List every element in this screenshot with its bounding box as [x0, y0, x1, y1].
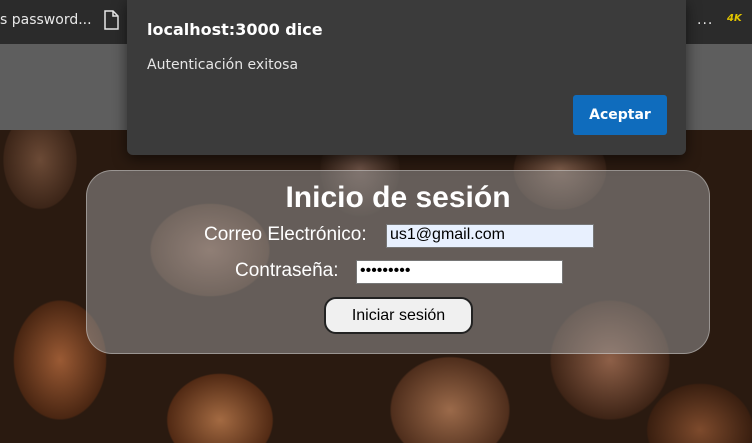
accept-button[interactable]: Aceptar — [573, 95, 667, 135]
login-button[interactable]: Iniciar sesión — [324, 297, 473, 334]
dialog-message: Autenticación exitosa — [147, 57, 299, 73]
dialog-title: localhost:3000 dice — [147, 20, 323, 39]
page-icon[interactable] — [103, 10, 119, 34]
password-input[interactable]: ••••••••• — [356, 260, 563, 284]
login-title: Inicio de sesión — [285, 181, 511, 214]
email-input[interactable]: us1@gmail.com — [386, 224, 594, 248]
password-label: Contraseña: — [235, 260, 339, 281]
alert-dialog: localhost:3000 dice Autenticación exitos… — [127, 0, 686, 155]
bookmark-item-passwords[interactable]: s password... — [0, 12, 92, 28]
extension-4k-icon[interactable]: 4K — [727, 13, 742, 24]
email-label: Correo Electrónico: — [204, 224, 367, 245]
more-bookmarks-button[interactable]: ... — [697, 12, 713, 28]
